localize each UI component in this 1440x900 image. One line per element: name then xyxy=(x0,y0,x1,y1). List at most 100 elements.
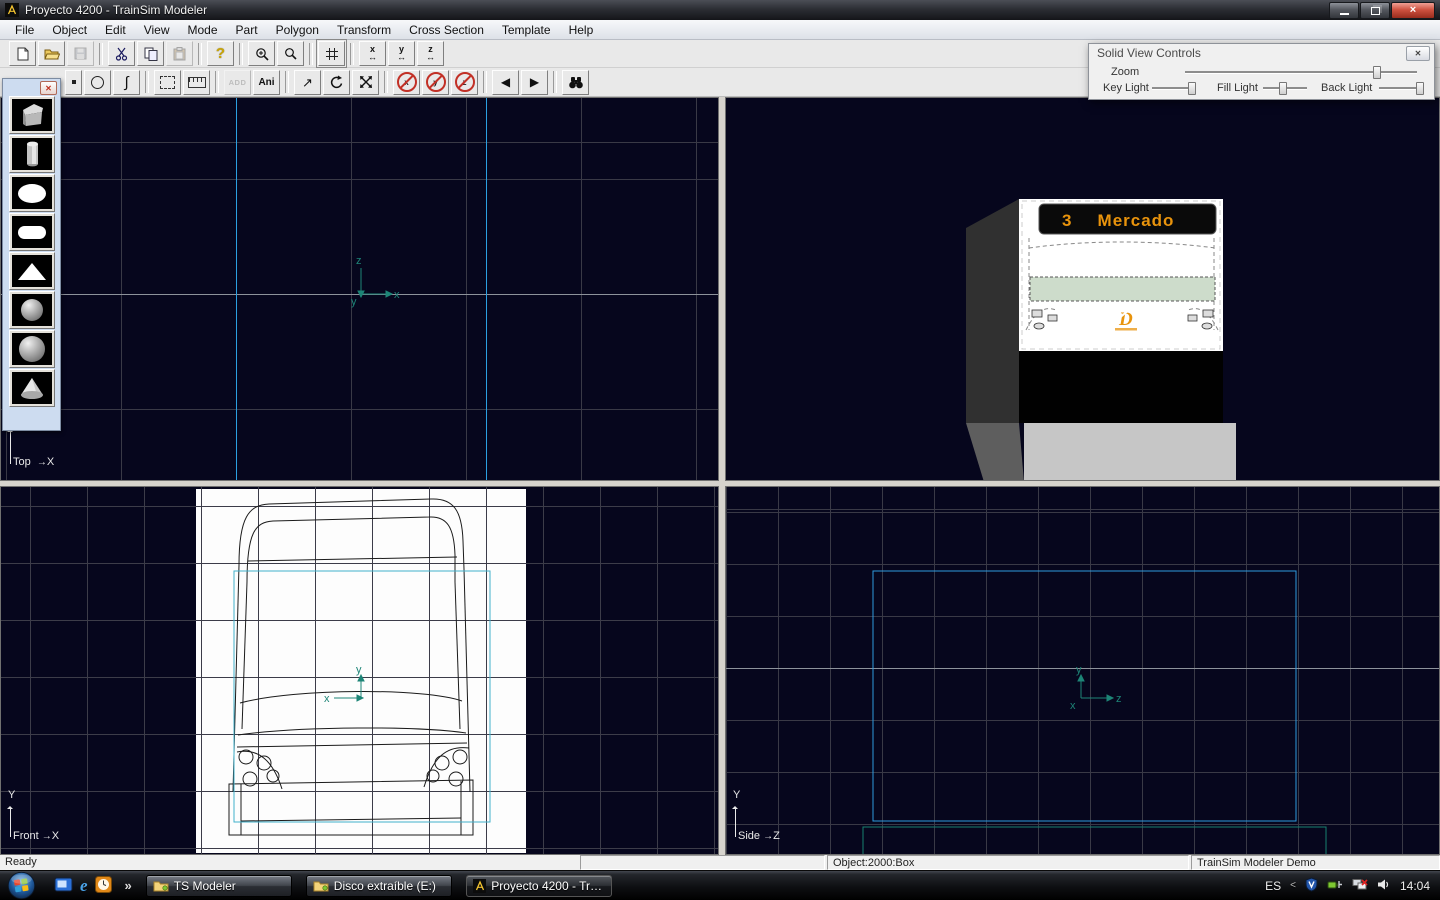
back-light-slider[interactable] xyxy=(1379,87,1423,90)
menu-part[interactable]: Part xyxy=(227,21,267,39)
restore-button[interactable] xyxy=(1360,2,1390,19)
close-button[interactable]: × xyxy=(1391,2,1435,19)
circle-tool-button[interactable] xyxy=(84,70,111,95)
lock-x-button[interactable]: x xyxy=(393,70,420,95)
add-button[interactable]: ADD xyxy=(224,70,251,95)
tray-collapse-chevron[interactable]: < xyxy=(1290,880,1296,891)
bus-front-black-band xyxy=(1019,351,1223,423)
cut-button[interactable] xyxy=(108,41,135,66)
constrain-z-button[interactable]: z↔ xyxy=(417,41,444,66)
save-button[interactable] xyxy=(67,41,94,66)
title-bar[interactable]: Proyecto 4200 - TrainSim Modeler × xyxy=(0,0,1440,20)
scale-tool-button[interactable] xyxy=(352,70,379,95)
palette-tool-capsule[interactable] xyxy=(9,213,55,251)
zoom-out-button[interactable] xyxy=(277,41,304,66)
palette-tool-box[interactable] xyxy=(9,96,55,134)
help-button[interactable]: ? xyxy=(207,41,234,66)
toolbar-separator xyxy=(309,43,313,65)
paste-button[interactable] xyxy=(166,41,193,66)
internet-explorer-icon[interactable]: e xyxy=(80,876,88,896)
viewport-side[interactable]: y x z Y Side →Z Side →Z xyxy=(725,486,1440,855)
scale-icon xyxy=(359,75,373,89)
menu-view[interactable]: View xyxy=(135,21,179,39)
quick-launch-overflow[interactable]: » xyxy=(125,878,132,893)
rotate-tool-button[interactable] xyxy=(323,70,350,95)
menu-template[interactable]: Template xyxy=(493,21,560,39)
taskbar-button-ts-modeler[interactable]: TS Modeler xyxy=(146,875,292,897)
palette-tool-sphere[interactable] xyxy=(9,291,55,329)
select-region-button[interactable] xyxy=(154,70,181,95)
palette-tool-cone[interactable] xyxy=(9,369,55,407)
find-button[interactable] xyxy=(562,70,589,95)
axis-label: X xyxy=(47,456,54,468)
cross-section-tool-button[interactable]: ∫ xyxy=(113,70,140,95)
toolbar-separator xyxy=(198,43,202,65)
magnifier-icon xyxy=(284,47,297,60)
grid-toggle-button[interactable] xyxy=(318,41,345,66)
svg-text:z: z xyxy=(1116,693,1122,705)
zoom-slider-label: Zoom xyxy=(1111,66,1139,78)
menu-transform[interactable]: Transform xyxy=(328,21,400,39)
viewport-solid[interactable]: 3 Mercado D xyxy=(725,97,1440,481)
palette-title-bar[interactable]: ✕ xyxy=(3,79,60,95)
palette-tool-pyramid[interactable] xyxy=(9,252,55,290)
menu-polygon[interactable]: Polygon xyxy=(267,21,328,39)
menu-edit[interactable]: Edit xyxy=(96,21,135,39)
taskbar-button-removable-disk[interactable]: Disco extraíble (E:) xyxy=(306,875,452,897)
lock-y-button[interactable]: y xyxy=(422,70,449,95)
viewport-top[interactable]: z y x Top →X Top →X xyxy=(0,97,719,481)
lock-z-button[interactable]: z xyxy=(451,70,478,95)
menu-cross-section[interactable]: Cross Section xyxy=(400,21,493,39)
binoculars-icon xyxy=(568,76,584,89)
viewport-front[interactable]: y x Y Front →X Front →X xyxy=(0,486,719,855)
selected-box-outline xyxy=(873,571,1296,821)
measure-button[interactable] xyxy=(183,70,210,95)
palette-tool-disc[interactable] xyxy=(9,174,55,212)
palette-tool-geosphere[interactable] xyxy=(9,330,55,368)
next-button[interactable]: ▶ xyxy=(521,70,548,95)
show-desktop-icon[interactable] xyxy=(54,876,73,895)
move-tool-button[interactable]: ↗ xyxy=(294,70,321,95)
language-indicator[interactable]: ES xyxy=(1265,879,1281,893)
palette-tool-cylinder[interactable] xyxy=(9,135,55,173)
taskbar-clock[interactable]: 14:04 xyxy=(1400,879,1430,893)
back-light-thumb[interactable] xyxy=(1416,82,1424,95)
network-disconnected-icon[interactable] xyxy=(1352,878,1368,894)
rotate-icon xyxy=(330,75,344,89)
taskbar-button-proyecto-4200[interactable]: Proyecto 4200 - Trai... xyxy=(466,875,612,897)
fill-light-slider[interactable] xyxy=(1263,87,1307,90)
start-button[interactable] xyxy=(7,871,36,900)
svg-text:y: y xyxy=(351,296,357,308)
dialog-close-button[interactable]: ✕ xyxy=(1406,46,1430,61)
key-light-slider[interactable] xyxy=(1152,87,1196,90)
menu-object[interactable]: Object xyxy=(43,21,96,39)
fill-light-thumb[interactable] xyxy=(1279,82,1287,95)
menu-help[interactable]: Help xyxy=(560,21,603,39)
svg-text:x: x xyxy=(324,693,330,705)
zoom-slider[interactable] xyxy=(1185,71,1417,74)
zoom-slider-thumb[interactable] xyxy=(1373,66,1381,79)
volume-icon[interactable] xyxy=(1377,878,1391,894)
copy-button[interactable] xyxy=(137,41,164,66)
palette-close-button[interactable]: ✕ xyxy=(40,81,57,95)
animation-button[interactable]: Ani xyxy=(253,70,280,95)
capsule-icon xyxy=(18,226,46,239)
zoom-in-button[interactable] xyxy=(248,41,275,66)
antivirus-shield-icon[interactable] xyxy=(1305,877,1318,895)
status-panel-empty xyxy=(580,855,825,870)
svg-text:x: x xyxy=(394,289,400,301)
clock-gadget-icon[interactable] xyxy=(95,876,112,896)
menu-file[interactable]: File xyxy=(6,21,43,39)
previous-icon: ◀ xyxy=(501,76,510,88)
previous-button[interactable]: ◀ xyxy=(492,70,519,95)
new-file-button[interactable] xyxy=(9,41,36,66)
key-light-thumb[interactable] xyxy=(1188,82,1196,95)
minimize-button[interactable] xyxy=(1329,2,1359,19)
power-plug-icon[interactable] xyxy=(1327,878,1343,894)
menu-mode[interactable]: Mode xyxy=(179,21,227,39)
open-file-button[interactable] xyxy=(38,41,65,66)
constrain-y-button[interactable]: y↔ xyxy=(388,41,415,66)
constrain-x-button[interactable]: x↔ xyxy=(359,41,386,66)
toolbar-separator xyxy=(350,43,354,65)
point-tool-button[interactable] xyxy=(65,70,82,95)
